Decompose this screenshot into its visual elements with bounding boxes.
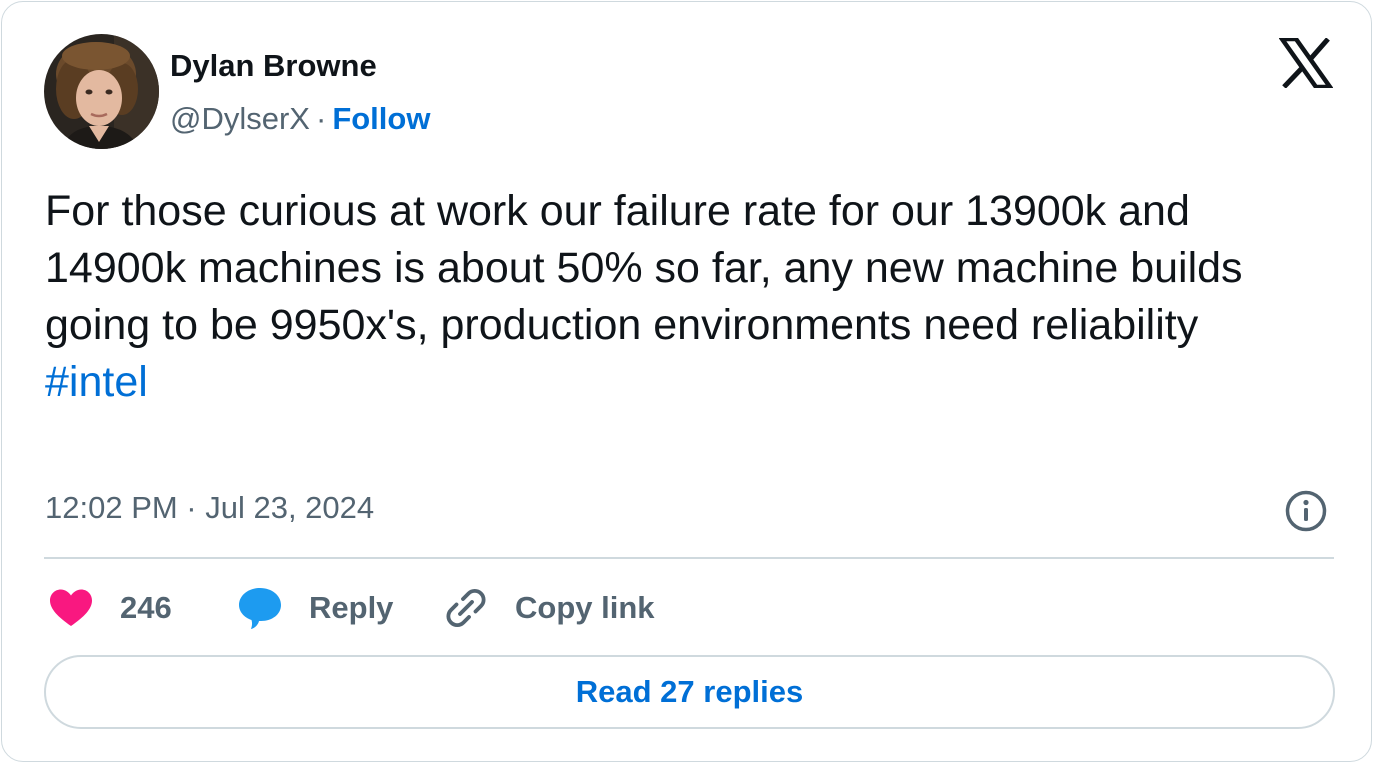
author-name[interactable]: Dylan Browne xyxy=(170,48,377,84)
author-handle[interactable]: @DylserX xyxy=(170,101,310,136)
speech-bubble-icon xyxy=(239,588,281,629)
profile-photo xyxy=(44,34,159,149)
follow-button[interactable]: Follow xyxy=(332,101,430,136)
tweet-body: For those curious at work our failure ra… xyxy=(45,183,1335,411)
like-count: 246 xyxy=(120,590,172,625)
reply-label: Reply xyxy=(309,590,394,625)
divider xyxy=(44,557,1334,559)
x-logo-icon[interactable] xyxy=(1279,38,1333,88)
avatar[interactable] xyxy=(44,34,159,149)
tweet-timestamp[interactable]: 12:02 PM · Jul 23, 2024 xyxy=(45,490,374,526)
handle-separator: · xyxy=(315,101,327,136)
link-icon xyxy=(446,588,486,628)
author-handle-row: @DylserX · Follow xyxy=(170,101,430,137)
info-icon[interactable] xyxy=(1284,489,1328,533)
heart-icon xyxy=(50,589,92,626)
hashtag-link[interactable]: #intel xyxy=(45,354,1335,411)
copy-link-label: Copy link xyxy=(515,590,655,625)
tweet-card: Dylan Browne @DylserX · Follow For those c… xyxy=(1,1,1372,762)
reply-button[interactable]: Reply xyxy=(237,582,393,634)
read-replies-button[interactable]: Read 27 replies xyxy=(44,655,1335,729)
copy-link-button[interactable]: Copy link xyxy=(444,582,655,634)
tweet-text: For those curious at work our failure ra… xyxy=(45,187,1243,349)
like-button[interactable]: 246 xyxy=(48,582,172,634)
